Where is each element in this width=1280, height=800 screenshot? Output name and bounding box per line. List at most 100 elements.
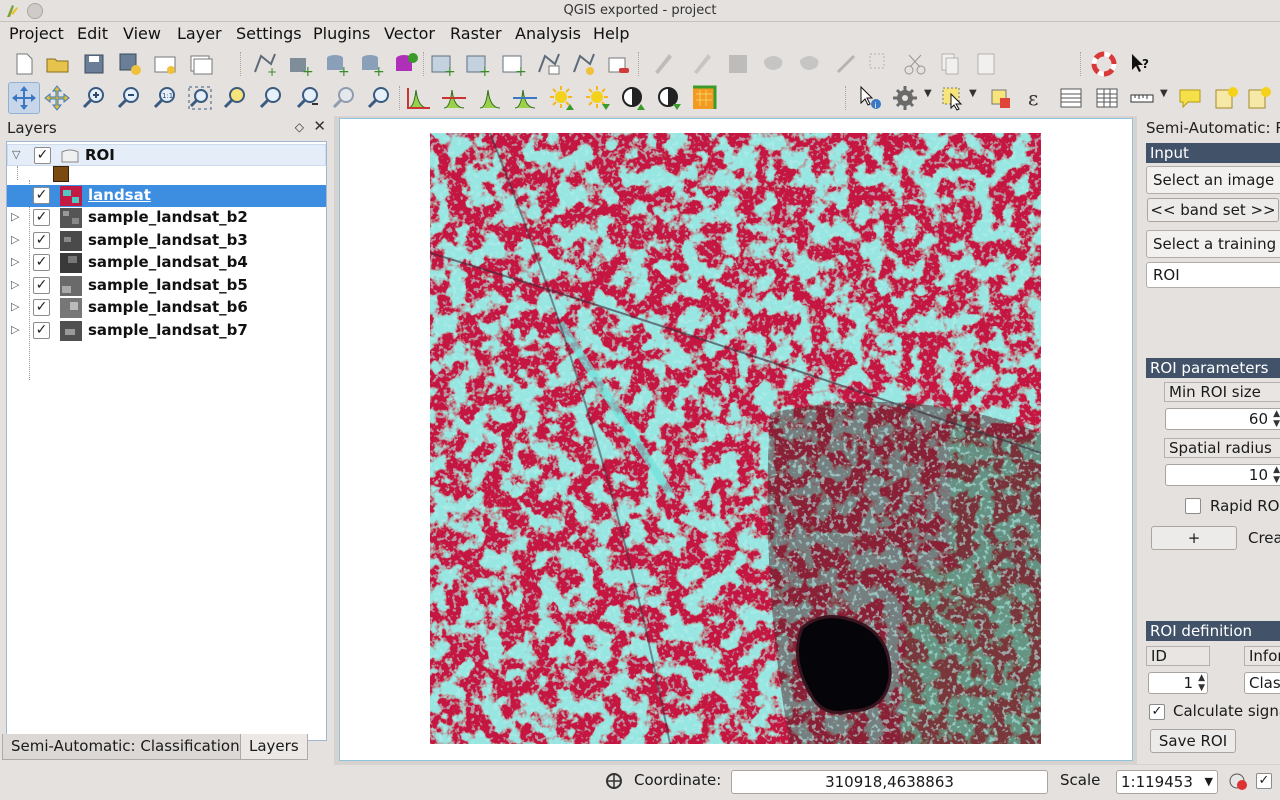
field-calculator-icon[interactable] <box>1093 84 1121 112</box>
new-shapefile-icon[interactable]: + <box>251 50 279 78</box>
add-spatialite-icon[interactable]: + <box>357 50 385 78</box>
layer-visibility-checkbox[interactable]: ✓ <box>33 187 50 204</box>
spin-arrows-icon[interactable]: ▲ ▼ <box>1273 409 1280 429</box>
run-feature-action-icon[interactable] <box>891 84 919 112</box>
save-edits-icon[interactable] <box>724 50 752 78</box>
layer-visibility-checkbox[interactable]: ✓ <box>33 277 50 294</box>
spatial-radius-spinbox[interactable]: 10 ▲ ▼ <box>1165 464 1280 486</box>
spin-arrows-icon[interactable]: ▲ ▼ <box>1273 465 1280 485</box>
help-lifebuoy-icon[interactable] <box>1090 50 1118 78</box>
group-visibility-checkbox[interactable]: ✓ <box>34 147 51 164</box>
menu-settings[interactable]: Settings <box>236 24 302 43</box>
roi-id-spinbox[interactable]: 1 ▲ ▼ <box>1148 672 1208 694</box>
brightness-down-icon[interactable] <box>584 84 612 112</box>
new-print-composer-icon[interactable] <box>151 50 179 78</box>
training-input-combo[interactable]: ROI <box>1146 262 1280 288</box>
contrast-down-icon[interactable] <box>655 84 683 112</box>
new-temp-layer-icon[interactable] <box>570 50 598 78</box>
histogram-full-icon[interactable] <box>476 84 504 112</box>
add-wcs-layer-icon[interactable]: + <box>463 50 491 78</box>
layer-visibility-checkbox[interactable]: ✓ <box>33 209 50 226</box>
toggle-editing-icon[interactable] <box>688 50 716 78</box>
measure-dropdown-arrow-icon[interactable]: ▼ <box>1160 88 1168 99</box>
group-expand-icon[interactable]: ▽ <box>12 148 20 161</box>
histogram-stretch-icon[interactable] <box>440 84 468 112</box>
delete-selected-icon[interactable] <box>866 50 894 78</box>
open-project-icon[interactable] <box>44 50 72 78</box>
save-roi-button[interactable]: Save ROI <box>1150 729 1236 753</box>
layer-visibility-checkbox[interactable]: ✓ <box>33 232 50 249</box>
menu-layer[interactable]: Layer <box>177 24 222 43</box>
tab-semi-automatic-classification[interactable]: Semi-Automatic: Classification <box>2 734 249 760</box>
menu-view[interactable]: View <box>123 24 161 43</box>
crs-status-icon[interactable] <box>1228 771 1248 791</box>
layer-visibility-checkbox[interactable]: ✓ <box>33 299 50 316</box>
refresh-icon[interactable] <box>365 84 393 112</box>
zoom-in-icon[interactable] <box>80 84 108 112</box>
show-bookmarks-icon[interactable] <box>1245 84 1273 112</box>
select-image-combo[interactable]: Select an image <box>1146 166 1280 194</box>
new-project-icon[interactable] <box>10 50 38 78</box>
node-tool-icon[interactable] <box>832 50 860 78</box>
whats-this-icon[interactable]: ? <box>1126 50 1154 78</box>
add-wms-layer-icon[interactable]: + <box>428 50 456 78</box>
menu-vector[interactable]: Vector <box>384 24 435 43</box>
add-roi-button[interactable]: + <box>1151 526 1237 550</box>
menu-plugins[interactable]: Plugins <box>313 24 370 43</box>
save-as-icon[interactable] <box>116 50 144 78</box>
measure-line-icon[interactable] <box>1128 84 1156 112</box>
select-features-icon[interactable] <box>939 84 967 112</box>
brightness-up-icon[interactable] <box>548 84 576 112</box>
layer-visibility-checkbox[interactable]: ✓ <box>33 322 50 339</box>
menu-edit[interactable]: Edit <box>77 24 108 43</box>
layer-expand-icon[interactable]: ▷ <box>11 278 19 291</box>
add-postgis-icon[interactable]: + <box>322 50 350 78</box>
paste-features-icon[interactable] <box>972 50 1000 78</box>
layer-expand-icon[interactable]: ▷ <box>11 300 19 313</box>
map-canvas[interactable] <box>339 118 1133 761</box>
layer-row-b5[interactable]: ▷ ✓ sample_landsat_b5 <box>7 275 326 297</box>
zoom-native-icon[interactable]: 1:1 <box>151 84 179 112</box>
layer-row-b4[interactable]: ▷ ✓ sample_landsat_b4 <box>7 252 326 274</box>
layer-row-landsat[interactable]: ✓ landsat <box>7 185 326 207</box>
zoom-full-icon[interactable] <box>186 84 214 112</box>
coordinate-field[interactable]: 310918,4638863 <box>731 770 1048 794</box>
roi-class-input[interactable]: Clas <box>1244 672 1280 694</box>
zoom-next-icon[interactable] <box>330 84 358 112</box>
pan-map-icon[interactable] <box>8 82 40 114</box>
pan-to-selection-icon[interactable] <box>43 84 71 112</box>
zoom-out-icon[interactable] <box>115 84 143 112</box>
histogram-local-icon[interactable] <box>404 84 432 112</box>
zoom-to-selection-icon[interactable] <box>221 84 249 112</box>
layer-row-b2[interactable]: ▷ ✓ sample_landsat_b2 <box>7 207 326 229</box>
new-bookmark-icon[interactable] <box>1212 84 1240 112</box>
menu-project[interactable]: Project <box>9 24 64 43</box>
tab-layers[interactable]: Layers <box>240 734 308 760</box>
calculate-signature-checkbox[interactable]: ✓ <box>1149 704 1165 720</box>
composer-manager-icon[interactable] <box>186 50 214 78</box>
layer-row-b3[interactable]: ▷ ✓ sample_landsat_b3 <box>7 230 326 252</box>
add-feature-icon[interactable] <box>760 50 788 78</box>
move-feature-icon[interactable] <box>796 50 824 78</box>
action-dropdown-arrow-icon[interactable]: ▼ <box>924 88 932 99</box>
min-roi-size-spinbox[interactable]: 60 ▲ ▼ <box>1165 408 1280 430</box>
attribute-table-icon[interactable] <box>1057 84 1085 112</box>
band-set-button[interactable]: << band set >> <box>1147 198 1279 222</box>
layer-group-roi[interactable]: ▽ ✓ ROI <box>7 144 326 166</box>
histogram-stddev-icon[interactable] <box>511 84 539 112</box>
zoom-last-icon[interactable] <box>294 84 322 112</box>
contrast-up-icon[interactable] <box>619 84 647 112</box>
add-database-layer-icon[interactable] <box>392 50 420 78</box>
spin-arrows-icon[interactable]: ▲ ▼ <box>1198 673 1205 693</box>
add-raster-icon[interactable]: + <box>286 50 314 78</box>
layer-expand-icon[interactable]: ▷ <box>11 233 19 246</box>
layer-row-b6[interactable]: ▷ ✓ sample_landsat_b6 <box>7 297 326 319</box>
rapid-roi-checkbox[interactable] <box>1185 498 1201 514</box>
render-checkbox[interactable]: ✓ <box>1256 773 1272 789</box>
current-edits-icon[interactable] <box>649 50 677 78</box>
panel-float-icon[interactable]: ◇ <box>295 120 304 134</box>
add-wfs-layer-icon[interactable]: + <box>499 50 527 78</box>
zoom-to-layer-icon[interactable] <box>257 84 285 112</box>
cut-features-icon[interactable] <box>901 50 929 78</box>
map-tips-icon[interactable] <box>1176 84 1204 112</box>
